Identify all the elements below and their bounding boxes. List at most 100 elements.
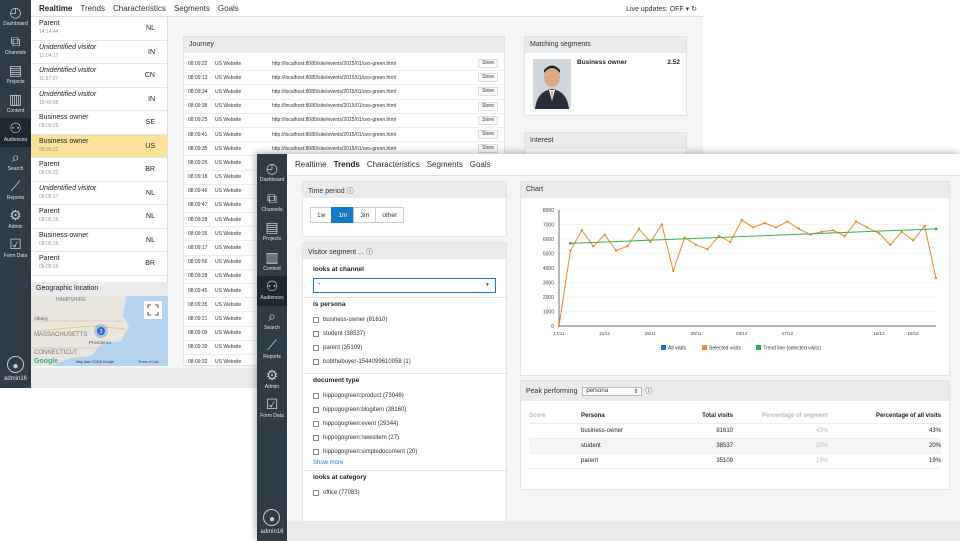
tab-characteristics[interactable]: Characteristics [113, 4, 166, 13]
sidebar-item-admin[interactable]: ⚙ Admin [0, 205, 31, 234]
time-period-1m[interactable]: 1m [331, 207, 355, 223]
filter-checkbox[interactable]: hippogogreen:event (29344) [313, 417, 496, 431]
fullscreen-button[interactable] [144, 301, 162, 319]
visitor-row[interactable]: Unidentified visitor 11:57:37 CN [31, 64, 167, 88]
data-point[interactable] [592, 245, 595, 248]
journey-row[interactable]: 08:09:34 US Website http://localhost:8080/… [184, 85, 504, 100]
data-point[interactable] [660, 223, 664, 226]
legend-label[interactable]: Selected visits [709, 346, 741, 352]
time-period-3m[interactable]: 3m [353, 207, 377, 223]
checkbox[interactable] [313, 449, 319, 455]
checkbox[interactable] [313, 331, 319, 337]
time-period-other[interactable]: other [375, 207, 405, 223]
journey-row[interactable]: 08:09:22 US Website http://localhost:8080/… [184, 57, 504, 72]
checkbox[interactable] [313, 393, 319, 399]
data-point[interactable] [649, 240, 652, 244]
checkbox[interactable] [313, 435, 319, 441]
visitor-row[interactable]: Business owner 08:09:25 SE [31, 111, 167, 135]
sidebar-item-form-data[interactable]: ☑ Form Data [0, 234, 31, 263]
time-period-1w[interactable]: 1w [310, 207, 333, 223]
data-point[interactable] [774, 226, 778, 229]
sidebar-item-audiences[interactable]: ⚇ Audiences [0, 118, 31, 147]
sidebar-item-content[interactable]: ▥ Content [257, 247, 287, 277]
visitor-row[interactable]: Unidentified visitor 12:04:17 IN [31, 41, 167, 64]
visitor-row[interactable]: Business owner 08:09:22 US [31, 134, 167, 158]
sidebar-item-reports[interactable]: ⟋ Reports [257, 335, 287, 365]
data-point[interactable] [900, 230, 903, 233]
live-updates-toggle[interactable]: Live updates: OFF ▾ ↻ [626, 5, 697, 13]
column-header[interactable]: Total visits [671, 413, 733, 419]
data-point[interactable] [729, 240, 732, 244]
visitor-row[interactable]: Unidentified visitor 08:05:17 NL [31, 182, 167, 205]
journey-url[interactable]: http://localhost:8080/site/events/2015/0… [272, 61, 472, 67]
data-point[interactable] [911, 239, 915, 242]
data-point[interactable] [637, 227, 641, 231]
filter-checkbox[interactable]: office (77083) [313, 486, 496, 500]
sidebar-item-dashboard[interactable]: ◴ Dashboard [0, 2, 31, 31]
data-point[interactable] [843, 234, 846, 238]
journey-url[interactable]: http://localhost:8080/site/events/2015/0… [272, 103, 472, 109]
data-point[interactable] [786, 220, 789, 223]
journey-url[interactable]: http://localhost:8080/site/events/2015/0… [272, 117, 472, 123]
sidebar-item-projects[interactable]: ▤ Projects [257, 217, 287, 247]
channel-select[interactable]: - ▼ [313, 278, 496, 293]
tab-realtime[interactable]: Realtime [295, 160, 327, 169]
data-point[interactable] [923, 224, 926, 228]
filter-checkbox[interactable]: business-owner (81610) [313, 313, 496, 327]
journey-row[interactable]: 08:09:25 US Website http://localhost:8080/… [184, 114, 504, 128]
sidebar-item-channels[interactable]: ⧉ Channels [257, 188, 287, 218]
data-point[interactable] [603, 233, 606, 236]
tab-characteristics[interactable]: Characteristics [367, 160, 420, 169]
data-point[interactable] [614, 249, 618, 252]
checkbox[interactable] [313, 421, 319, 427]
visitor-row[interactable]: Business owner 08:05:16 NL [31, 229, 167, 252]
tab-trends[interactable]: Trends [80, 4, 105, 13]
checkbox[interactable] [313, 345, 319, 351]
visitor-row[interactable]: Parent 14:14:44 NL [31, 17, 167, 41]
column-header[interactable]: Persona [581, 413, 671, 419]
journey-url[interactable]: http://localhost:8080/site/events/2015/0… [272, 146, 472, 152]
filter-checkbox[interactable]: student (38537) [313, 327, 496, 341]
checkbox[interactable] [313, 490, 319, 496]
data-point[interactable] [763, 221, 766, 225]
journey-url[interactable]: http://localhost:8080/site/events/2015/0… [272, 89, 472, 95]
journey-url[interactable]: http://localhost:8080/site/events/2015/0… [272, 75, 472, 81]
filter-checkbox[interactable]: hippogogreen:blogitem (38160) [313, 403, 496, 417]
terms-link[interactable]: Terms of Use [138, 360, 159, 364]
sidebar-item-projects[interactable]: ▤ Projects [0, 60, 31, 89]
visitor-row[interactable]: Parent 08:05:15 BR [31, 252, 167, 276]
filter-checkbox[interactable]: hippogogreen:simpledocument (20) [313, 445, 496, 459]
data-point[interactable] [934, 276, 938, 280]
checkbox[interactable] [313, 407, 319, 413]
sidebar-item-content[interactable]: ▥ Content [0, 89, 31, 118]
journey-url[interactable]: http://localhost:8080/site/events/2015/0… [272, 132, 472, 138]
checkbox[interactable] [313, 317, 319, 323]
tab-segments[interactable]: Segments [174, 4, 210, 13]
sidebar-item-search[interactable]: ⌕ Search [0, 147, 31, 176]
journey-row[interactable]: 08:09:41 US Website http://localhost:8080/… [184, 128, 504, 143]
data-point[interactable] [889, 243, 892, 246]
journey-row[interactable]: 08:09:38 US Website http://localhost:8080/… [184, 100, 504, 114]
data-point[interactable] [740, 218, 743, 222]
legend-label[interactable]: All visits [668, 346, 687, 352]
sidebar-item-audiences[interactable]: ⚇ Audiences [257, 276, 287, 306]
sidebar-item-reports[interactable]: ⟋ Reports [0, 176, 31, 205]
sidebar-item-channels[interactable]: ⧉ Channels [0, 31, 31, 60]
data-point[interactable] [672, 269, 675, 273]
data-point[interactable] [831, 229, 835, 232]
filter-checkbox[interactable]: hippogogreen:newsitem (27) [313, 431, 496, 445]
column-header[interactable]: Percentage of segment [733, 413, 828, 419]
data-point[interactable] [694, 243, 698, 246]
sidebar-item-search[interactable]: ⌕ Search [257, 306, 287, 336]
sidebar-item-dashboard[interactable]: ◴ Dashboard [257, 158, 287, 188]
data-point[interactable] [877, 232, 881, 235]
data-point[interactable] [580, 229, 584, 232]
show-more-link[interactable]: Show more [313, 460, 496, 466]
legend-label[interactable]: Trend line (selected visits) [763, 346, 821, 352]
filter-checkbox[interactable]: parent (35109) [313, 341, 496, 355]
tab-trends[interactable]: Trends [334, 160, 360, 169]
visitor-row[interactable]: Unidentified visitor 10:40:58 IN [31, 88, 167, 111]
data-point[interactable] [706, 247, 709, 251]
journey-row[interactable]: 08:09:13 US Website http://localhost:8080/… [184, 71, 504, 86]
filter-checkbox[interactable]: hippogogreen:product (73046) [313, 389, 496, 403]
